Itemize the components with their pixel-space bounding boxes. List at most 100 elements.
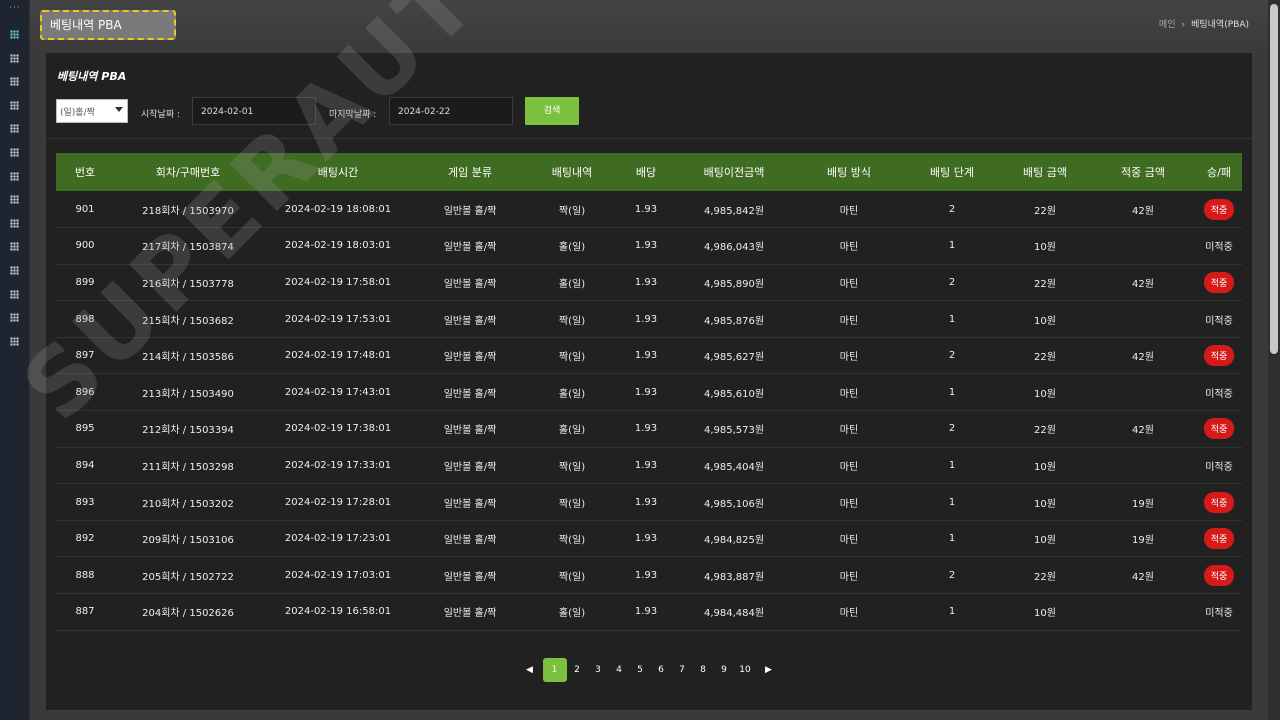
bet-number-cell: 899 <box>56 264 114 302</box>
bet-step-cell: 1 <box>904 483 1000 521</box>
balance-before-cell: 4,985,627원 <box>674 337 794 375</box>
bet-method-cell: 마틴 <box>794 483 904 521</box>
win-amount-cell: 19원 <box>1090 520 1196 558</box>
page-number-button[interactable]: 4 <box>609 658 630 682</box>
page-number-button[interactable]: 1 <box>542 658 567 682</box>
sidebar-grid-icon[interactable] <box>10 148 19 157</box>
breadcrumb-separator: › <box>1181 20 1186 30</box>
page-number-button[interactable]: 2 <box>567 658 588 682</box>
balance-before-cell: 4,985,106원 <box>674 483 794 521</box>
bet-time-cell: 2024-02-19 16:58:01 <box>262 593 414 631</box>
bet-amount-cell: 22원 <box>1000 410 1090 448</box>
sidebar-grid-icon[interactable] <box>10 77 19 87</box>
odds-cell: 1.93 <box>618 483 674 521</box>
game-type-cell: 일반볼 홀/짝 <box>414 520 526 558</box>
column-header: 배팅 방식 <box>794 153 904 191</box>
win-amount-cell <box>1090 227 1196 265</box>
win-amount-cell: 19원 <box>1090 483 1196 521</box>
hit-badge: 적중 <box>1203 418 1235 440</box>
sidebar-dots[interactable]: ··· <box>0 3 30 13</box>
hit-badge: 적중 <box>1203 271 1235 293</box>
sidebar-grid-icon[interactable] <box>10 266 19 275</box>
table-row: 899 216회차 / 1503778 2024-02-19 17:58:01 일반볼… <box>56 264 1242 302</box>
sidebar-grid-icon[interactable] <box>10 171 19 181</box>
column-header: 배팅내역 <box>526 153 618 191</box>
sidebar-grid-icon[interactable] <box>10 30 19 39</box>
column-header: 번호 <box>56 153 114 191</box>
odds-cell: 1.93 <box>618 593 674 631</box>
bet-step-cell: 2 <box>904 337 1000 375</box>
search-button[interactable]: 검색 <box>525 97 579 125</box>
bet-method-cell: 마틴 <box>794 264 904 302</box>
table-header-row: 번호 회차/구매번호 배팅시간 게임 분류 배팅내역 배당 배팅이전금액 배팅 방식 배팅 단계… <box>56 153 1242 191</box>
sidebar-grid-icon[interactable] <box>10 242 19 252</box>
scrollbar-thumb[interactable] <box>1270 4 1278 354</box>
bet-amount-cell: 10원 <box>1000 520 1090 558</box>
game-type-cell: 일반볼 홀/짝 <box>414 556 526 595</box>
balance-before-cell: 4,985,842원 <box>674 191 794 229</box>
bet-amount-cell: 10원 <box>1000 300 1090 338</box>
bet-result-cell: 미적중 <box>1196 447 1242 485</box>
bet-pick-cell: 짝(일) <box>526 300 618 338</box>
breadcrumb-home[interactable]: 메인 <box>1159 20 1176 30</box>
round-number-cell: 213회차 / 1503490 <box>114 373 262 412</box>
bet-pick-cell: 짝(일) <box>526 556 618 595</box>
start-date-input[interactable]: 2024-02-01 <box>192 97 316 125</box>
win-amount-cell: 42원 <box>1090 264 1196 302</box>
win-amount-cell: 42원 <box>1090 337 1196 375</box>
next-page-icon[interactable]: ▶ <box>756 658 782 682</box>
bet-step-cell: 1 <box>904 520 1000 558</box>
bet-pick-cell: 짝(일) <box>526 337 618 375</box>
bet-amount-cell: 22원 <box>1000 556 1090 595</box>
sidebar-grid-icon[interactable] <box>10 53 19 63</box>
prev-page-icon[interactable]: ◀ <box>517 658 543 682</box>
bet-amount-cell: 10원 <box>1000 373 1090 412</box>
scrollbar[interactable] <box>1268 0 1280 720</box>
column-header: 배당 <box>618 153 674 191</box>
end-date-input[interactable]: 2024-02-22 <box>389 97 513 125</box>
balance-before-cell: 4,985,404원 <box>674 447 794 485</box>
page-number-button[interactable]: 5 <box>630 658 651 682</box>
round-number-cell: 210회차 / 1503202 <box>114 483 262 521</box>
bet-number-cell: 892 <box>56 520 114 558</box>
bet-result-cell: 적중 <box>1196 191 1242 229</box>
sidebar-grid-icon[interactable] <box>10 218 19 228</box>
table-row: 896 213회차 / 1503490 2024-02-19 17:43:01 일반볼… <box>56 373 1242 412</box>
bet-number-cell: 897 <box>56 337 114 375</box>
bet-result-cell: 미적중 <box>1196 300 1242 338</box>
bet-pick-cell: 짝(일) <box>526 483 618 521</box>
sidebar-grid-icon[interactable] <box>10 195 19 205</box>
page-number-button[interactable]: 7 <box>672 658 693 682</box>
sidebar-grid-icon[interactable] <box>10 313 19 323</box>
bet-time-cell: 2024-02-19 18:03:01 <box>262 227 414 265</box>
sidebar-grid-icon[interactable] <box>10 124 19 134</box>
sidebar-grid-icon[interactable] <box>10 289 19 299</box>
odds-cell: 1.93 <box>618 410 674 448</box>
bet-pick-cell: 짝(일) <box>526 447 618 485</box>
bet-amount-cell: 10원 <box>1000 593 1090 631</box>
table-row: 895 212회차 / 1503394 2024-02-19 17:38:01 일반볼… <box>56 410 1242 448</box>
game-type-select[interactable]: (일)홀/짝 <box>56 99 128 123</box>
bet-time-cell: 2024-02-19 17:58:01 <box>262 264 414 302</box>
odds-cell: 1.93 <box>618 264 674 302</box>
sidebar-grid-icon[interactable] <box>10 100 19 110</box>
sidebar-grid-icon[interactable] <box>10 336 19 346</box>
round-number-cell: 212회차 / 1503394 <box>114 410 262 448</box>
page-number-button[interactable]: 6 <box>651 658 672 682</box>
page-number-button[interactable]: 8 <box>693 658 714 682</box>
table-row: 897 214회차 / 1503586 2024-02-19 17:48:01 일반볼… <box>56 337 1242 375</box>
bet-method-cell: 마틴 <box>794 556 904 595</box>
bet-time-cell: 2024-02-19 17:38:01 <box>262 410 414 448</box>
round-number-cell: 205회차 / 1502722 <box>114 556 262 595</box>
round-number-cell: 218회차 / 1503970 <box>114 191 262 229</box>
game-type-value: (일)홀/짝 <box>60 108 95 118</box>
header-band <box>30 0 1268 52</box>
balance-before-cell: 4,985,610원 <box>674 373 794 412</box>
page-number-button[interactable]: 10 <box>735 658 756 682</box>
page-number-button[interactable]: 3 <box>588 658 609 682</box>
game-type-cell: 일반볼 홀/짝 <box>414 337 526 375</box>
balance-before-cell: 4,984,484원 <box>674 593 794 631</box>
odds-cell: 1.93 <box>618 191 674 229</box>
table-row: 898 215회차 / 1503682 2024-02-19 17:53:01 일반볼… <box>56 300 1242 338</box>
page-number-button[interactable]: 9 <box>714 658 735 682</box>
